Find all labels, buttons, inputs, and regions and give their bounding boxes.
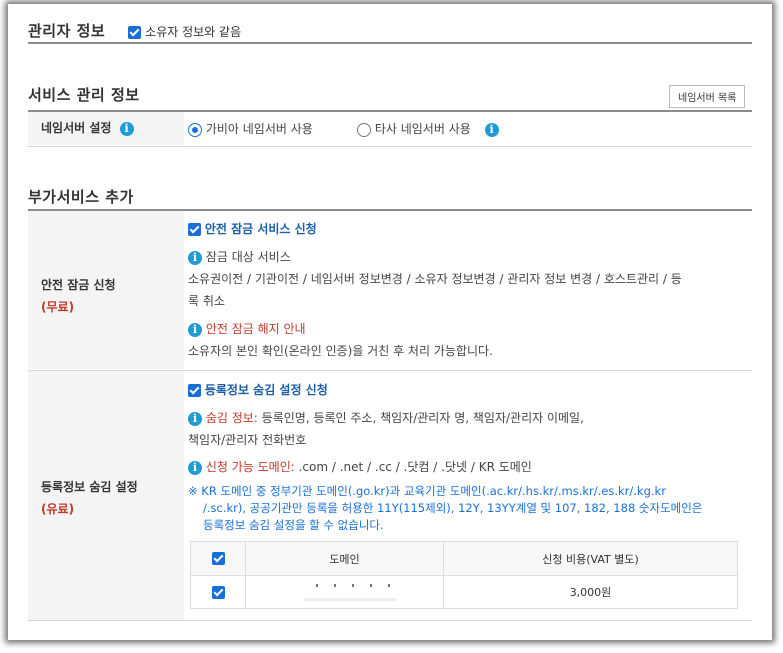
privacy-domain-table: 도메인 신청 비용(VAT 별도) 3,000원 (190, 541, 738, 609)
privacy-notice-3: 등록정보 숨김 설정을 할 수 없습니다. (203, 518, 384, 532)
privacy-hide-info-icon: i (188, 411, 202, 426)
safe-lock-release-text: 소유자의 본인 확인(온라인 인증)을 거친 후 처리 가능합니다. (188, 344, 493, 358)
privacy-hide-text-1: 등록인명, 등록인 주소, 책임자/관리자 명, 책임자/관리자 이메일, (257, 411, 584, 425)
nameserver-info-icon[interactable]: i (119, 121, 134, 136)
privacy-price-tag: (유료) (41, 502, 75, 516)
privacy-domains-info-icon: i (188, 460, 202, 475)
privacy-apply-label: 등록정보 숨김 설정 신청 (204, 383, 328, 397)
gabia-nameserver-label: 가비아 네임서버 사용 (205, 122, 313, 136)
privacy-label-cell: 등록정보 숨김 설정 (유료) (28, 371, 184, 620)
admin-info-title: 관리자 정보 (28, 22, 106, 40)
safe-lock-target-text-2: 록 취소 (188, 294, 225, 308)
nameserver-option-other[interactable]: 타사 네임서버 사용 i (357, 120, 499, 137)
other-nameserver-label: 타사 네임서버 사용 (374, 122, 471, 136)
safe-lock-apply-label: 안전 잠금 서비스 신청 (204, 222, 317, 236)
masked-domain-dots (316, 584, 396, 587)
nameserver-setting-label-cell: 네임서버 설정 i (28, 112, 184, 145)
safe-lock-label-cell: 안전 잠금 신청 (무료) (28, 211, 184, 369)
safe-lock-target-text-1: 소유권이전 / 기관이전 / 네임서버 정보변경 / 소유자 정보변경 / 관리… (188, 272, 682, 286)
privacy-notice-1: ※ KR 도메인 중 정부기관 도메인(.go.kr)과 교육기관 도메인(.a… (188, 484, 666, 498)
domain-row-fee: 3,000원 (443, 575, 738, 609)
privacy-domains-row: i 신청 가능 도메인: .com / .net / .cc / .닷컴 / .… (188, 458, 532, 475)
domain-form-frame: 관리자 정보 소유자 정보와 같음 서비스 관리 정보 네임서버 목록 네임서버… (8, 4, 772, 640)
privacy-notice-2: /.sc.kr), 공공기관만 등록을 허용한 11Y(115제외), 12Y,… (203, 501, 703, 515)
table-row: 3,000원 (190, 575, 738, 609)
safe-lock-target-info-icon: i (188, 250, 202, 265)
masked-domain-underline (304, 598, 396, 601)
safe-lock-target-title-row: i 잠금 대상 서비스 (188, 248, 291, 265)
privacy-hide-title: 숨김 정보: (205, 411, 258, 425)
safe-lock-target-title: 잠금 대상 서비스 (205, 250, 291, 264)
select-all-domains-checkbox[interactable] (211, 552, 225, 566)
domain-row-select-cell[interactable] (190, 575, 246, 609)
same-as-owner-option[interactable]: 소유자 정보와 같음 (128, 25, 241, 39)
domain-table-select-all-cell[interactable] (190, 541, 246, 576)
safe-lock-apply-checkbox[interactable] (188, 223, 201, 236)
nameserver-list-button[interactable]: 네임서버 목록 (669, 85, 746, 108)
domain-row-checkbox[interactable] (211, 585, 225, 599)
service-info-header: 서비스 관리 정보 (28, 84, 752, 105)
privacy-hide-info-row: i 숨김 정보: 등록인명, 등록인 주소, 책임자/관리자 명, 책임자/관리… (188, 409, 584, 426)
domain-table-header-row: 도메인 신청 비용(VAT 별도) (190, 541, 738, 576)
addon-header: 부가서비스 추가 (28, 186, 752, 207)
privacy-domains-text: .com / .net / .cc / .닷컴 / .닷넷 / KR 도메인 (294, 460, 532, 474)
safe-lock-release-title-row: i 안전 잠금 해지 안내 (188, 320, 306, 337)
nameserver-setting-label: 네임서버 설정 (41, 121, 112, 135)
domain-table-col-domain: 도메인 (245, 541, 444, 576)
other-nameserver-info-icon[interactable]: i (484, 122, 499, 137)
safe-lock-label: 안전 잠금 신청 (41, 278, 116, 292)
admin-info-divider (28, 42, 752, 44)
service-info-title: 서비스 관리 정보 (28, 86, 140, 104)
same-as-owner-label: 소유자 정보와 같음 (145, 25, 242, 39)
safe-lock-apply-option[interactable]: 안전 잠금 서비스 신청 (188, 220, 317, 237)
nameserver-row-bottom-border (28, 146, 752, 147)
privacy-apply-option[interactable]: 등록정보 숨김 설정 신청 (188, 381, 328, 398)
nameserver-option-gabia[interactable]: 가비아 네임서버 사용 (188, 120, 313, 137)
safe-lock-release-info-icon: i (188, 322, 202, 337)
privacy-apply-checkbox[interactable] (188, 384, 201, 397)
privacy-row-bottom-border (28, 620, 752, 621)
privacy-label: 등록정보 숨김 설정 (41, 480, 138, 494)
domain-row-domain-cell (245, 575, 444, 609)
same-as-owner-checkbox[interactable] (128, 26, 142, 39)
privacy-hide-text-2: 책임자/관리자 전화번호 (188, 433, 307, 447)
safe-lock-release-title: 안전 잠금 해지 안내 (205, 322, 306, 336)
domain-table-col-fee: 신청 비용(VAT 별도) (443, 541, 738, 576)
safe-lock-price-tag: (무료) (41, 300, 75, 314)
admin-info-header: 관리자 정보 소유자 정보와 같음 (28, 20, 752, 41)
radio-other-nameserver[interactable] (357, 122, 371, 137)
radio-gabia-nameserver[interactable] (188, 122, 202, 137)
addon-title: 부가서비스 추가 (28, 188, 134, 206)
privacy-domains-title: 신청 가능 도메인: (205, 460, 295, 474)
